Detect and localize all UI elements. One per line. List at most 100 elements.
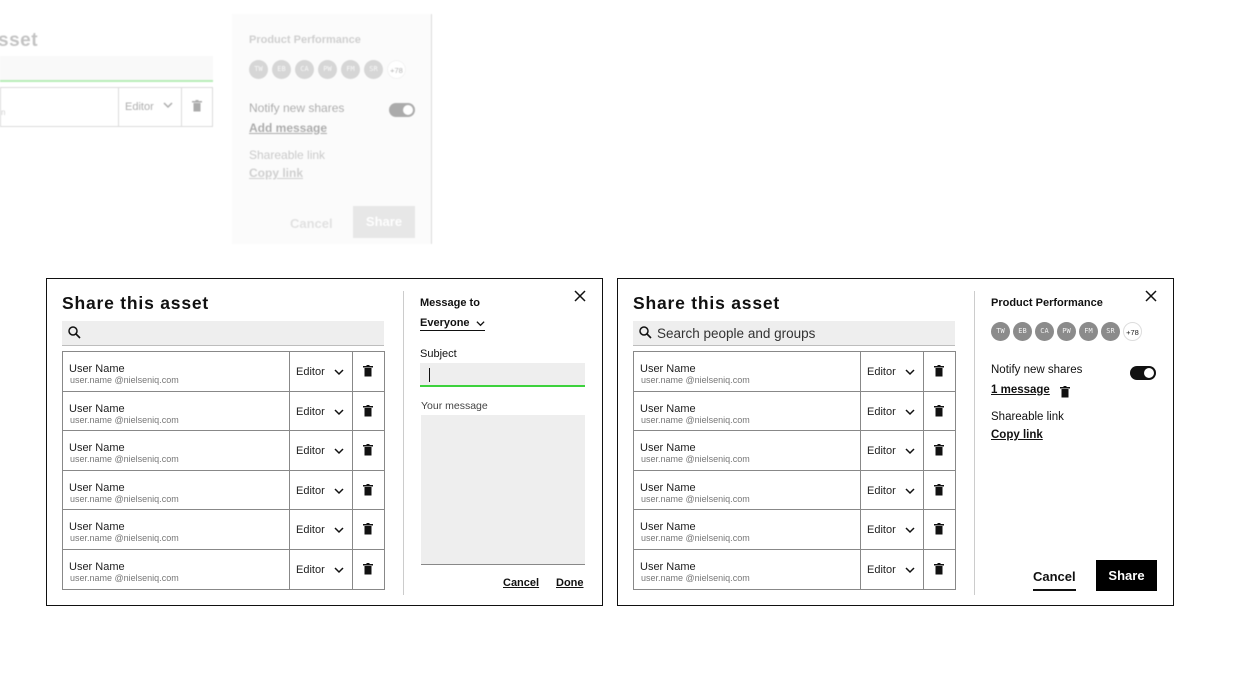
search-icon bbox=[68, 326, 81, 339]
recipient-dropdown[interactable]: Everyone bbox=[420, 317, 485, 331]
trash-icon[interactable] bbox=[363, 365, 373, 377]
table-row: User Name user.name @nielseniq.com Edito… bbox=[63, 391, 384, 431]
trash-icon[interactable] bbox=[1060, 386, 1070, 398]
user-email: user.name @nielseniq.com bbox=[641, 454, 750, 464]
background-right-panel: Product Performance TW EB CA PW FM SR +7… bbox=[232, 14, 432, 244]
subject-label: Subject bbox=[420, 348, 457, 360]
text-cursor bbox=[429, 368, 430, 382]
cancel-button[interactable]: Cancel bbox=[1033, 569, 1076, 591]
message-link[interactable]: 1 message bbox=[991, 384, 1050, 396]
avatar-more[interactable]: +78 bbox=[1123, 322, 1142, 341]
user-email: user.name @nielseniq.com bbox=[641, 414, 750, 425]
trash-icon[interactable] bbox=[363, 523, 373, 535]
role-select[interactable]: Editor bbox=[289, 470, 353, 510]
trash-icon[interactable] bbox=[934, 523, 944, 535]
role-select[interactable]: Editor bbox=[860, 470, 924, 510]
role-select[interactable]: Editor bbox=[289, 431, 353, 470]
role-label: Editor bbox=[296, 484, 325, 497]
table-row: User Name user.name @nielseniq.com Edito… bbox=[634, 470, 955, 510]
role-select[interactable]: Editor bbox=[860, 549, 924, 589]
background-avatars: TW EB CA PW FM SR +78 bbox=[249, 60, 406, 79]
chevron-down-icon bbox=[905, 448, 915, 455]
user-email: user.name @nielseniq.com bbox=[70, 493, 179, 504]
chevron-down-icon bbox=[905, 369, 915, 376]
role-select[interactable]: Editor bbox=[860, 352, 924, 391]
role-label: Editor bbox=[296, 563, 325, 576]
chevron-down-icon bbox=[334, 448, 344, 455]
user-name: User Name bbox=[69, 560, 125, 573]
cancel-button[interactable]: Cancel bbox=[503, 577, 539, 589]
avatar[interactable]: TW bbox=[991, 322, 1010, 341]
search-input[interactable] bbox=[657, 321, 949, 345]
chevron-down-icon bbox=[905, 408, 915, 415]
chevron-down-icon bbox=[334, 408, 344, 415]
trash-icon[interactable] bbox=[934, 404, 944, 417]
user-name: User Name bbox=[69, 363, 125, 375]
table-row: User Name user.name @nielseniq.com Edito… bbox=[63, 470, 384, 510]
user-email: user.name @nielseniq.com bbox=[70, 533, 179, 543]
user-email: user.name @nielseniq.com bbox=[641, 493, 750, 504]
trash-icon[interactable] bbox=[934, 483, 944, 496]
dialog-title: Share this asset bbox=[633, 293, 781, 313]
role-label: Editor bbox=[296, 405, 325, 418]
avatar: EB bbox=[272, 60, 291, 79]
user-email: user.name @nielseniq.com bbox=[70, 375, 179, 385]
search-bar[interactable] bbox=[633, 321, 955, 346]
role-select[interactable]: Editor bbox=[860, 431, 924, 470]
chevron-down-icon bbox=[334, 369, 344, 376]
trash-icon[interactable] bbox=[363, 444, 373, 456]
trash-icon bbox=[192, 100, 202, 112]
avatar: PW bbox=[318, 60, 337, 79]
trash-icon[interactable] bbox=[934, 444, 944, 456]
notify-label: Notify new shares bbox=[991, 364, 1083, 376]
shared-avatars: TW EB CA PW FM SR +78 bbox=[991, 322, 1142, 341]
avatar[interactable]: EB bbox=[1013, 322, 1032, 341]
close-icon[interactable] bbox=[574, 290, 586, 302]
search-bar[interactable] bbox=[62, 321, 384, 346]
notify-toggle[interactable] bbox=[1130, 366, 1156, 380]
background-title: sset bbox=[0, 30, 39, 51]
user-name: User Name bbox=[640, 402, 696, 415]
close-icon[interactable] bbox=[1145, 290, 1157, 302]
background-cancel: Cancel bbox=[290, 216, 333, 231]
user-table: User Name user.name @nielseniq.com Edito… bbox=[62, 351, 385, 590]
role-label: Editor bbox=[867, 484, 896, 497]
message-textarea[interactable] bbox=[421, 415, 585, 565]
background-shareable-label: Shareable link bbox=[249, 148, 326, 162]
trash-icon[interactable] bbox=[363, 483, 373, 496]
user-name: User Name bbox=[640, 363, 696, 375]
avatar[interactable]: PW bbox=[1057, 322, 1076, 341]
avatar[interactable]: SR bbox=[1101, 322, 1120, 341]
background-copy-link: Copy link bbox=[249, 166, 304, 180]
role-select[interactable]: Editor bbox=[860, 391, 924, 431]
search-input[interactable] bbox=[86, 321, 378, 345]
done-button[interactable]: Done bbox=[556, 577, 584, 589]
shareable-link-label: Shareable link bbox=[991, 411, 1064, 423]
chevron-down-icon bbox=[334, 527, 344, 534]
trash-icon[interactable] bbox=[363, 404, 373, 417]
avatar: FM bbox=[341, 60, 360, 79]
role-select[interactable]: Editor bbox=[860, 510, 924, 549]
user-name: User Name bbox=[69, 521, 125, 533]
asset-title: Product Performance bbox=[991, 297, 1103, 309]
trash-icon[interactable] bbox=[934, 562, 944, 575]
avatar[interactable]: CA bbox=[1035, 322, 1054, 341]
recipient-value: Everyone bbox=[420, 317, 470, 329]
trash-icon[interactable] bbox=[363, 562, 373, 575]
chevron-down-icon bbox=[163, 102, 173, 109]
role-select[interactable]: Editor bbox=[289, 391, 353, 431]
role-label: Editor bbox=[296, 445, 325, 457]
trash-icon[interactable] bbox=[934, 365, 944, 377]
message-dialog: Share this asset User Name user.name @ni… bbox=[46, 278, 603, 606]
table-row: User Name user.name @nielseniq.com Edito… bbox=[63, 510, 384, 550]
search-icon bbox=[639, 326, 652, 339]
background-add-message: Add message bbox=[249, 121, 328, 135]
role-select[interactable]: Editor bbox=[289, 352, 353, 391]
role-select[interactable]: Editor bbox=[289, 549, 353, 589]
copy-link-button[interactable]: Copy link bbox=[991, 429, 1043, 441]
background-search-input bbox=[0, 56, 213, 82]
avatar[interactable]: FM bbox=[1079, 322, 1098, 341]
role-select[interactable]: Editor bbox=[289, 510, 353, 549]
subject-input[interactable] bbox=[420, 363, 585, 387]
share-button[interactable]: Share bbox=[1096, 560, 1157, 591]
